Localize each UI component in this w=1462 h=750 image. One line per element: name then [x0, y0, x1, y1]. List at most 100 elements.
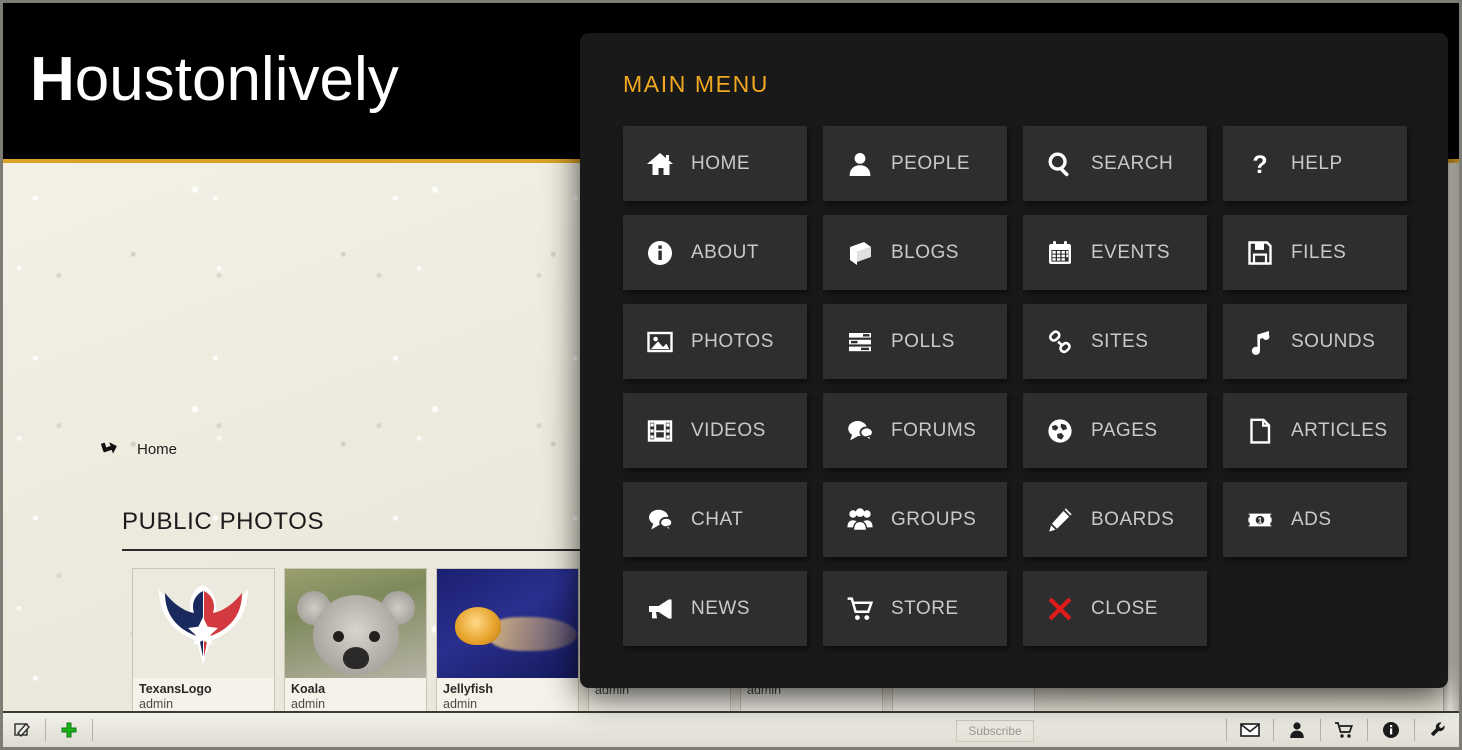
mail-icon[interactable] — [1235, 717, 1265, 743]
menu-item-sites[interactable]: SITES — [1023, 304, 1207, 379]
brand-rest: oustonlively — [74, 45, 399, 114]
menu-item-polls[interactable]: POLLS — [823, 304, 1007, 379]
main-menu-grid: HOME PEOPLE SEARCH? HELP ABOUT BLOGS EVENTS FIL… — [623, 126, 1408, 646]
menu-item-label: SEARCH — [1091, 152, 1174, 174]
people-group-icon — [845, 505, 875, 535]
photo-thumbnail — [133, 569, 274, 678]
menu-item-events[interactable]: EVENTS — [1023, 215, 1207, 290]
menu-item-videos[interactable]: VIDEOS — [623, 393, 807, 468]
site-footer-toolbar: Subscribe — [3, 711, 1459, 747]
photo-title: Koala — [291, 682, 326, 696]
menu-item-label: HELP — [1291, 152, 1343, 174]
film-strip-icon — [645, 416, 675, 446]
photo-owner: admin — [443, 697, 478, 711]
photo-owner: admin — [291, 697, 326, 711]
person-icon — [845, 149, 875, 179]
menu-item-ads[interactable]: 1 ADS — [1223, 482, 1407, 557]
add-icon[interactable] — [54, 717, 84, 743]
menu-item-label: PHOTOS — [691, 330, 774, 352]
floppy-disk-icon — [1245, 238, 1275, 268]
menu-item-blogs[interactable]: BLOGS — [823, 215, 1007, 290]
photo-card[interactable]: Jellyfish admin — [436, 568, 579, 720]
photo-meta: Jellyfish admin — [437, 678, 578, 711]
menu-item-home[interactable]: HOME — [623, 126, 807, 201]
menu-item-news[interactable]: NEWS — [623, 571, 807, 646]
photo-card[interactable]: Koala admin — [284, 568, 427, 720]
photo-meta: TexansLogo admin — [133, 678, 274, 711]
svg-text:?: ? — [1252, 151, 1267, 178]
image-icon — [645, 327, 675, 357]
photo-thumbnail — [285, 569, 426, 678]
menu-grid-spacer — [1223, 571, 1407, 646]
photo-card[interactable]: TexansLogo admin — [132, 568, 275, 720]
toolbar-separator — [1226, 719, 1227, 741]
toolbar-separator — [45, 719, 46, 741]
toolbar-separator — [1367, 719, 1368, 741]
svg-text:1: 1 — [1258, 516, 1263, 525]
menu-item-label: ABOUT — [691, 241, 759, 263]
main-menu-title: MAIN MENU — [623, 71, 770, 97]
menu-item-label: HOME — [691, 152, 750, 174]
bar-sliders-icon — [845, 327, 875, 357]
menu-item-label: BLOGS — [891, 241, 959, 263]
chat-bubble-icon — [645, 505, 675, 535]
cart-icon[interactable] — [1329, 717, 1359, 743]
photo-meta: Koala admin — [285, 678, 426, 711]
site-brand[interactable]: Houstonlively — [30, 49, 399, 111]
edit-icon[interactable] — [7, 717, 37, 743]
menu-item-search[interactable]: SEARCH — [1023, 126, 1207, 201]
wrench-icon[interactable] — [1423, 717, 1453, 743]
toolbar-separator — [1273, 719, 1274, 741]
menu-item-store[interactable]: STORE — [823, 571, 1007, 646]
photo-title: TexansLogo — [139, 682, 212, 696]
megaphone-icon — [645, 594, 675, 624]
menu-item-label: SITES — [1091, 330, 1149, 352]
menu-item-boards[interactable]: BOARDS — [1023, 482, 1207, 557]
globe-icon — [1045, 416, 1075, 446]
footer-left-tools — [3, 717, 101, 743]
home-icon — [645, 149, 675, 179]
menu-item-groups[interactable]: GROUPS — [823, 482, 1007, 557]
toolbar-separator — [1414, 719, 1415, 741]
info-icon[interactable] — [1376, 717, 1406, 743]
main-menu-panel: MAIN MENU HOME PEOPLE SEARCH? HELP ABOUT BLOG… — [580, 33, 1448, 688]
banknote-icon: 1 — [1245, 505, 1275, 535]
link-chain-icon — [1045, 327, 1075, 357]
menu-item-label: ADS — [1291, 508, 1332, 530]
person-icon[interactable] — [1282, 717, 1312, 743]
photo-title: Jellyfish — [443, 682, 494, 696]
pointing-hand-icon — [101, 438, 127, 460]
menu-item-label: FORUMS — [891, 419, 977, 441]
menu-item-pages[interactable]: PAGES — [1023, 393, 1207, 468]
page-title: PUBLIC PHOTOS — [122, 508, 325, 535]
photo-thumbnail — [437, 569, 578, 678]
menu-item-label: VIDEOS — [691, 419, 766, 441]
shopping-cart-icon — [845, 594, 875, 624]
menu-item-people[interactable]: PEOPLE — [823, 126, 1007, 201]
menu-item-articles[interactable]: ARTICLES — [1223, 393, 1407, 468]
menu-item-photos[interactable]: PHOTOS — [623, 304, 807, 379]
menu-item-help[interactable]: ? HELP — [1223, 126, 1407, 201]
info-circle-icon — [645, 238, 675, 268]
menu-item-files[interactable]: FILES — [1223, 215, 1407, 290]
close-x-icon — [1045, 594, 1075, 624]
question-mark-icon: ? — [1245, 149, 1275, 179]
toolbar-separator — [92, 719, 93, 741]
menu-item-label: EVENTS — [1091, 241, 1171, 263]
menu-item-label: ARTICLES — [1291, 419, 1388, 441]
menu-item-sounds[interactable]: SOUNDS — [1223, 304, 1407, 379]
subscribe-button[interactable]: Subscribe — [956, 720, 1034, 742]
menu-item-label: CLOSE — [1091, 597, 1158, 619]
menu-item-label: SOUNDS — [1291, 330, 1376, 352]
brand-capital: H — [30, 45, 75, 114]
menu-item-forums[interactable]: FORUMS — [823, 393, 1007, 468]
breadcrumb[interactable]: Home — [101, 438, 177, 460]
menu-item-about[interactable]: ABOUT — [623, 215, 807, 290]
breadcrumb-home-link[interactable]: Home — [137, 441, 177, 458]
book-icon — [845, 238, 875, 268]
menu-item-close[interactable]: CLOSE — [1023, 571, 1207, 646]
menu-item-label: POLLS — [891, 330, 955, 352]
menu-item-chat[interactable]: CHAT — [623, 482, 807, 557]
menu-item-label: FILES — [1291, 241, 1347, 263]
calendar-icon — [1045, 238, 1075, 268]
